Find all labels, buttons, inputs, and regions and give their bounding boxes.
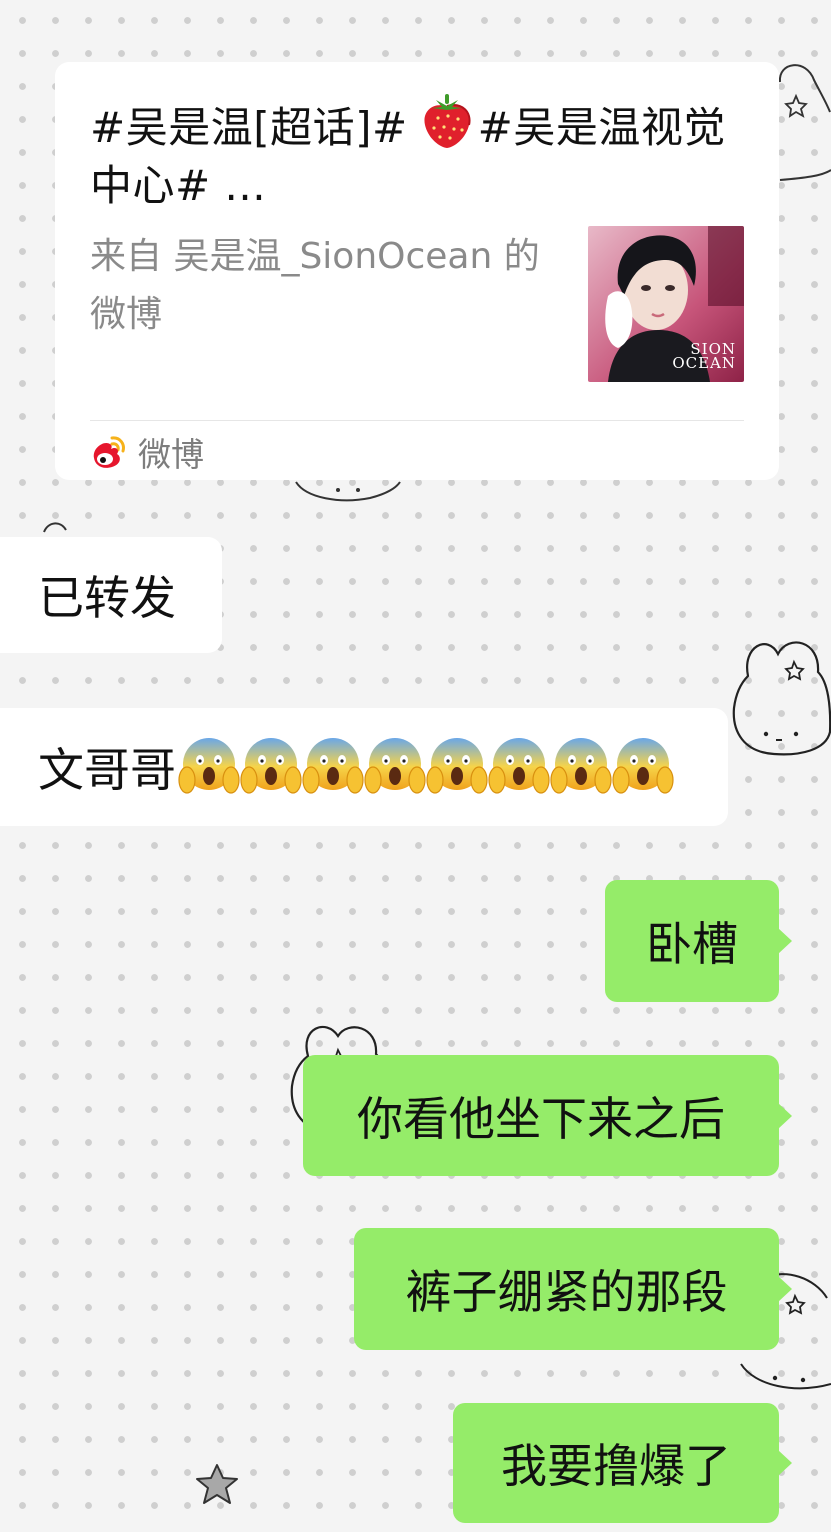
card-divider: [90, 420, 744, 421]
message-text: 已转发: [38, 571, 176, 625]
message-text: 文哥哥: [38, 743, 176, 797]
message-bubble-outgoing[interactable]: 裤子绷紧的那段: [354, 1228, 792, 1350]
card-thumbnail[interactable]: SION OCEAN: [588, 226, 744, 382]
message-text: 你看他坐下来之后: [357, 1091, 725, 1146]
emoji-row: [178, 736, 674, 798]
shared-weibo-card[interactable]: #吴是温[超话]# #吴是温视觉中心# ... 来自 吴是温_SionOcean…: [55, 62, 779, 480]
face-screaming-in-fear-icon: [364, 738, 426, 794]
face-screaming-in-fear-icon: [178, 738, 240, 794]
weibo-logo-icon: [93, 436, 125, 468]
bunny-doodle-icon: [732, 641, 831, 756]
message-bubble-outgoing[interactable]: 卧槽: [605, 880, 792, 1002]
card-title-topic: #吴是温[超话]#: [90, 103, 408, 152]
card-footer: 微博: [90, 430, 204, 474]
message-bubble-incoming[interactable]: 已转发: [0, 537, 222, 653]
face-screaming-in-fear-icon: [488, 738, 550, 794]
thumbnail-brand-text: SION OCEAN: [672, 340, 736, 372]
card-source: 来自 吴是温_SionOcean 的微博: [90, 236, 540, 335]
message-bubble-outgoing[interactable]: 你看他坐下来之后: [303, 1055, 792, 1176]
face-screaming-in-fear-icon: [426, 738, 488, 794]
message-bubble-outgoing[interactable]: 我要撸爆了: [453, 1403, 792, 1523]
face-screaming-in-fear-icon: [612, 738, 674, 794]
card-title: #吴是温[超话]# #吴是温视觉中心# ...: [90, 92, 730, 215]
card-footer-label: 微博: [138, 435, 204, 474]
bunny-doodle-icon: [43, 522, 67, 533]
message-text: 裤子绷紧的那段: [405, 1265, 728, 1319]
face-screaming-in-fear-icon: [550, 738, 612, 794]
strawberry-emoji-icon: [424, 94, 471, 148]
face-screaming-in-fear-icon: [240, 738, 302, 794]
message-text: 我要撸爆了: [501, 1439, 731, 1493]
face-screaming-in-fear-icon: [302, 738, 364, 794]
message-bubble-incoming[interactable]: 文哥哥: [0, 708, 728, 826]
bunny-doodle-icon: [295, 481, 401, 502]
star-doodle-icon: [196, 1464, 238, 1504]
message-text: 卧槽: [646, 917, 738, 971]
